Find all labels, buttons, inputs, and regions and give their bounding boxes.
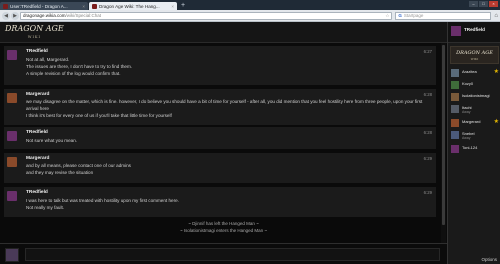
home-icon[interactable]: ⌂ [494,13,498,19]
browser-tab-bar: User:TRedfield - Dragon A... × Dragon Ag… [0,0,500,10]
url-path: /wiki/Special:Chat [65,13,102,18]
chat-message: TRedfield 6:29 I was here to talk but wa… [4,187,436,217]
favicon-icon [3,3,8,9]
avatar [451,93,459,101]
star-icon: ★ [493,69,499,75]
maximize-button[interactable]: □ [479,1,488,7]
user-name: Margerard [462,119,481,124]
message-username[interactable]: TRedfield [26,130,48,135]
message-time: 6:28 [423,130,432,135]
back-button[interactable]: ◀ [2,11,10,20]
url-host: dragonage.wikia.com [23,13,66,18]
avatar[interactable] [7,191,17,201]
message-text: and they may revise the situation [26,170,94,175]
avatar [451,131,459,139]
user-list-item[interactable]: Snebel Away [450,129,499,141]
avatar [451,105,459,113]
message-text: I think it's best for every one of us if… [26,113,172,118]
avatar [451,26,461,36]
avatar[interactable] [7,157,17,167]
chat-message: TRedfield 6:27 Not at all, Margerard. Th… [4,46,436,85]
inline-alert: ~ Isolationistmagi enters the Hanged Man… [179,228,268,233]
message-username[interactable]: TRedfield [26,190,48,195]
tab-title: User:TRedfield - Dragon A... [10,3,68,9]
user-status: Away [462,136,471,140]
message-time: 6:29 [423,156,432,161]
chat-message: Margerard 6:29 and by all means, please … [4,153,436,183]
user-list-item[interactable]: Isolationistmagi [450,91,499,103]
user-name: Arazitea [462,69,477,74]
favicon-icon [92,3,97,9]
current-user-name: TRedfield [464,27,485,32]
room-logo[interactable]: DRAGON AGE WIKI [450,46,499,64]
message-scrollbar[interactable] [441,43,446,243]
user-list-item[interactable]: Kozy0 [450,79,499,91]
avatar[interactable] [7,50,17,60]
wiki-logo[interactable]: DRAGON AGE WIKI [5,25,64,41]
message-list: TRedfield 6:27 Not at all, Margerard. Th… [0,43,447,243]
forward-button[interactable]: ▶ [11,11,19,20]
browser-tab-user-page[interactable]: User:TRedfield - Dragon A... × [0,2,88,10]
avatar [451,81,459,89]
message-text: A simple revision of the log would confi… [26,71,121,76]
user-name: Toni-124 [462,145,478,150]
scrollbar-thumb[interactable] [442,45,445,225]
address-bar[interactable]: dragonage.wikia.com /wiki/Special:Chat ☆ [20,11,393,20]
close-icon[interactable]: × [82,4,85,9]
current-user[interactable]: TRedfield [448,22,500,43]
message-text: Not really my fault. [26,205,65,210]
message-username[interactable]: Margerard [26,156,49,161]
avatar [451,145,459,153]
message-time: 6:27 [423,49,432,54]
minimize-button[interactable]: – [469,1,478,7]
browser-tab-chat[interactable]: Dragon Age Wiki: The Hang... × [89,2,177,10]
user-name: Kozy0 [462,81,474,86]
message-input[interactable] [25,248,440,261]
browser-nav-bar: ◀ ▶ dragonage.wikia.com /wiki/Special:Ch… [0,10,500,22]
chat-message: Margerard 6:28 we may disagree on the ma… [4,89,436,125]
close-window-button[interactable]: × [489,1,498,7]
bookmark-star-icon[interactable]: ☆ [385,13,389,19]
avatar [451,119,459,127]
chat-header: DRAGON AGE WIKI [0,22,447,43]
new-tab-button[interactable]: + [181,2,185,10]
message-text: Not sure what you mean. [26,138,78,143]
star-icon: ★ [493,119,499,125]
avatar [451,69,459,77]
user-list-item[interactable]: Margerard ★ [450,117,499,129]
close-icon[interactable]: × [171,4,174,9]
search-placeholder: Startpage [403,13,424,18]
message-text: The issues are there, I don't have to tr… [26,64,133,69]
message-time: 6:28 [423,92,432,97]
search-engine-icon: G [398,13,402,18]
chat-input-bar [0,243,447,264]
user-list-item[interactable]: Toni-124 [450,143,499,155]
message-text: Not at all, Margerard. [26,57,70,62]
user-list-item[interactable]: Itachi Away [450,103,499,115]
user-list-item[interactable]: Arazitea ★ [450,67,499,79]
avatar[interactable] [7,131,17,141]
search-input[interactable]: G Startpage [395,11,492,20]
inline-alert: ~ Djinnif has left the Hanged Man ~ [188,221,259,226]
user-status: Away [462,110,471,114]
user-name: Isolationistmagi [462,93,490,98]
message-username[interactable]: TRedfield [26,49,48,54]
window-controls: – □ × [469,1,498,7]
options-link[interactable]: Options [481,257,497,262]
message-time: 6:29 [423,190,432,195]
user-list-sidebar: TRedfield DRAGON AGE WIKI Arazitea ★ Koz… [447,22,500,264]
tab-title: Dragon Age Wiki: The Hang... [99,3,160,9]
message-username[interactable]: Margerard [26,92,49,97]
avatar [5,248,19,262]
message-text: I was here to talk but was treated with … [26,198,179,203]
message-text: we may disagree on the matter, which is … [26,99,423,111]
chat-message: TRedfield 6:28 Not sure what you mean. [4,127,436,149]
message-text: and by all means, please contact one of … [26,163,131,168]
avatar[interactable] [7,93,17,103]
